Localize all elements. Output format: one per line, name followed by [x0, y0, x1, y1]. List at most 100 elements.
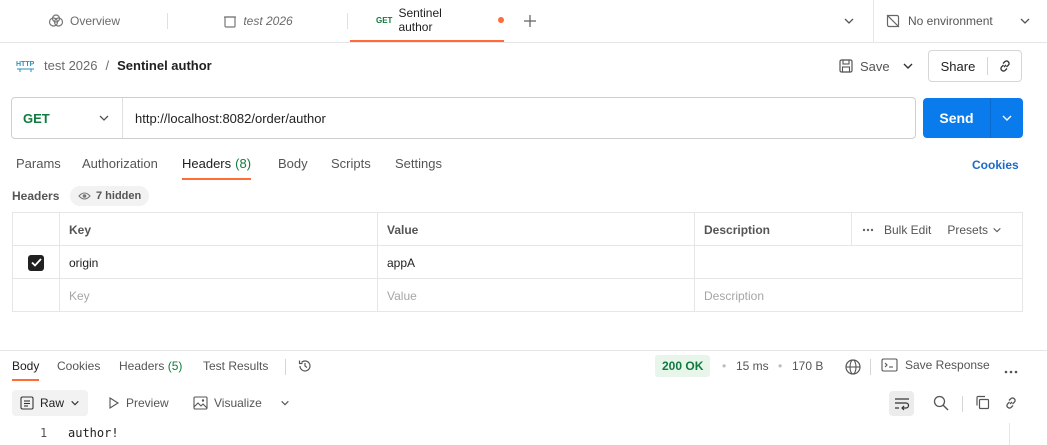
http-request-icon: HTTP [16, 57, 36, 73]
tabs-overflow-button[interactable] [843, 15, 855, 30]
bulk-edit-button[interactable]: Bulk Edit [884, 223, 931, 237]
response-tab-cookies[interactable]: Cookies [57, 359, 100, 381]
response-divider[interactable] [0, 350, 1047, 351]
tab-headers-label: Headers [182, 156, 232, 171]
response-size[interactable]: 170 B [792, 359, 823, 373]
status-badge[interactable]: 200 OK [655, 355, 711, 377]
globe-icon [844, 358, 862, 376]
response-more-button[interactable] [1004, 362, 1018, 377]
send-button[interactable]: Send [923, 110, 990, 126]
visualize-options-button[interactable] [280, 390, 290, 416]
response-tab-test-results[interactable]: Test Results [203, 359, 268, 381]
chevron-down-icon [992, 225, 1002, 235]
editor-scrollbar[interactable] [1009, 423, 1023, 445]
new-value-input[interactable]: Value [377, 279, 694, 312]
headers-table: Key Value Description Bulk Edit Presets … [12, 212, 1023, 312]
breadcrumb-current[interactable]: Sentinel author [117, 58, 212, 73]
response-tab-headers[interactable]: Headers (5) [119, 359, 182, 381]
method-value: GET [23, 110, 50, 126]
search-icon [933, 395, 949, 411]
search-response-button[interactable] [933, 395, 949, 414]
save-icon [838, 58, 854, 74]
tab-collection-label: test 2026 [243, 14, 293, 28]
eye-icon [78, 191, 91, 201]
network-info-button[interactable] [844, 358, 862, 379]
send-options-button[interactable] [991, 112, 1023, 124]
response-tab-body[interactable]: Body [12, 359, 40, 381]
link-icon [1003, 395, 1019, 411]
chevron-down-icon [70, 398, 80, 408]
play-icon [108, 397, 120, 409]
chevron-down-icon [1019, 15, 1031, 27]
new-description-input[interactable]: Description [694, 279, 1022, 312]
tab-settings[interactable]: Settings [395, 152, 442, 180]
more-horizontal-icon [1004, 370, 1018, 374]
share-button[interactable]: Share [929, 59, 987, 74]
response-tab-headers-label: Headers [119, 359, 165, 373]
new-tab-button[interactable] [522, 13, 538, 32]
tab-separator [347, 13, 348, 29]
table-header-checkbox-cell [13, 213, 59, 246]
chevron-down-icon [280, 398, 290, 408]
history-button[interactable] [297, 358, 313, 377]
tab-headers[interactable]: Headers (8) [182, 152, 252, 180]
table-header-row: Key Value Description Bulk Edit Presets [13, 213, 1022, 246]
presets-button[interactable]: Presets [947, 223, 1002, 237]
chevron-down-icon [1001, 112, 1013, 124]
tab-method-badge: GET [376, 15, 393, 25]
response-body-editor[interactable]: 1 author! [0, 422, 1047, 445]
tab-settings-label: Settings [395, 156, 442, 171]
preview-button[interactable]: Preview [108, 390, 169, 416]
format-selector[interactable]: Raw [12, 390, 89, 416]
tab-scripts[interactable]: Scripts [331, 152, 371, 180]
unsaved-dot-icon [498, 17, 504, 23]
tab-sentinel-author[interactable]: GET Sentinel author [350, 0, 504, 42]
cookies-link[interactable]: Cookies [972, 158, 1019, 172]
save-options-button[interactable] [896, 51, 920, 81]
breadcrumb-separator: / [105, 57, 110, 73]
more-horizontal-icon[interactable] [862, 228, 874, 232]
header-enabled-checkbox[interactable] [28, 254, 44, 271]
copy-response-button[interactable] [975, 395, 990, 413]
method-selector[interactable]: GET [12, 98, 123, 138]
table-row: origin appA [13, 246, 1022, 279]
plus-icon [522, 13, 538, 29]
column-header-value: Value [377, 213, 694, 246]
tab-params[interactable]: Params [16, 152, 61, 180]
tab-scripts-label: Scripts [331, 156, 371, 171]
meta-dot: • [722, 359, 727, 373]
environment-selector[interactable]: No environment [873, 0, 1047, 42]
history-icon [297, 358, 313, 374]
breadcrumb-parent[interactable]: test 2026 [44, 58, 98, 73]
header-description-cell[interactable] [694, 246, 1022, 279]
new-key-input[interactable]: Key [59, 279, 377, 312]
tab-authorization[interactable]: Authorization [82, 152, 158, 180]
row-checkbox-cell [13, 246, 59, 279]
save-button[interactable]: Save [832, 51, 896, 81]
url-input[interactable]: http://localhost:8082/order/author [123, 111, 326, 126]
tab-overview-label: Overview [69, 14, 120, 28]
column-header-key: Key [59, 213, 377, 246]
save-response-button[interactable]: Save Response [881, 358, 990, 372]
response-toolbar: Raw Preview Visualize [0, 388, 1047, 418]
response-time[interactable]: 15 ms [736, 359, 769, 373]
tab-overview[interactable]: Overview [0, 0, 168, 42]
image-icon [193, 396, 208, 410]
copy-link-button[interactable] [988, 58, 1021, 74]
wrap-lines-button[interactable] [889, 391, 914, 416]
tab-collection[interactable]: test 2026 [168, 0, 348, 42]
row-checkbox-cell [13, 279, 59, 312]
header-key-cell[interactable]: origin [59, 246, 377, 279]
copy-link-response-button[interactable] [1003, 395, 1019, 414]
visualize-button[interactable]: Visualize [193, 390, 262, 416]
tab-sentinel-author-label: Sentinel author [398, 6, 442, 34]
save-response-label: Save Response [905, 358, 990, 372]
share-button-group: Share [928, 50, 1022, 82]
toolbar-separator [285, 359, 286, 375]
tab-body[interactable]: Body [278, 152, 308, 180]
raw-text-icon [20, 396, 34, 410]
hidden-headers-toggle[interactable]: 7 hidden [70, 186, 150, 206]
header-value-cell[interactable]: appA [377, 246, 694, 279]
meta-dot: • [778, 359, 783, 373]
column-header-description: Description [694, 213, 851, 246]
